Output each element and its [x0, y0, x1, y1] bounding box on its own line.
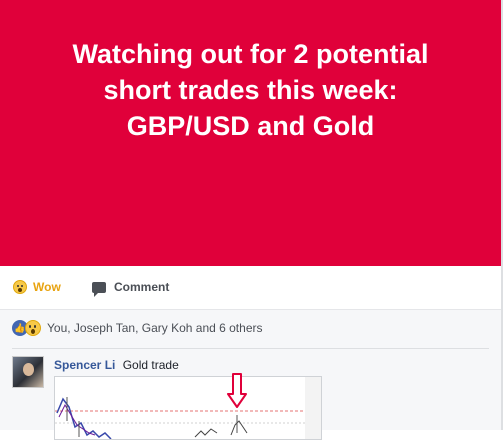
- post-banner-image[interactable]: Watching out for 2 potential short trade…: [0, 0, 501, 266]
- banner-line-3: GBP/USD and Gold: [126, 111, 375, 141]
- avatar[interactable]: [12, 356, 44, 388]
- banner-line-1: Watching out for 2 potential: [72, 39, 429, 69]
- reactions-summary[interactable]: 👍 You, Joseph Tan, Gary Koh and 6 others: [12, 320, 262, 336]
- comment-text: Gold trade: [122, 358, 179, 372]
- wow-emoji-icon: [13, 280, 27, 294]
- comment-author-link[interactable]: Spencer Li: [54, 358, 115, 372]
- divider: [12, 348, 489, 349]
- comment-body: Spencer Li Gold trade: [54, 358, 179, 372]
- chart-thumbnail-graphic: [55, 377, 321, 439]
- comment-label: Comment: [114, 280, 170, 294]
- down-arrow-icon: [227, 373, 247, 408]
- comment-icon: [92, 281, 106, 297]
- reactions-text: You, Joseph Tan, Gary Koh and 6 others: [47, 321, 263, 335]
- post-action-bar: Wow Comment: [0, 266, 501, 310]
- attached-chart-image[interactable]: [54, 376, 322, 440]
- banner-headline: Watching out for 2 potential short trade…: [20, 36, 481, 144]
- wow-icon: [25, 320, 41, 336]
- facebook-post: Watching out for 2 potential short trade…: [0, 0, 503, 440]
- wow-label: Wow: [33, 280, 61, 294]
- comment-button[interactable]: Comment: [92, 280, 170, 297]
- comments-section: 👍 You, Joseph Tan, Gary Koh and 6 others…: [0, 310, 501, 440]
- banner-line-2: short trades this week:: [103, 75, 398, 105]
- wow-reaction-button[interactable]: Wow: [13, 280, 61, 294]
